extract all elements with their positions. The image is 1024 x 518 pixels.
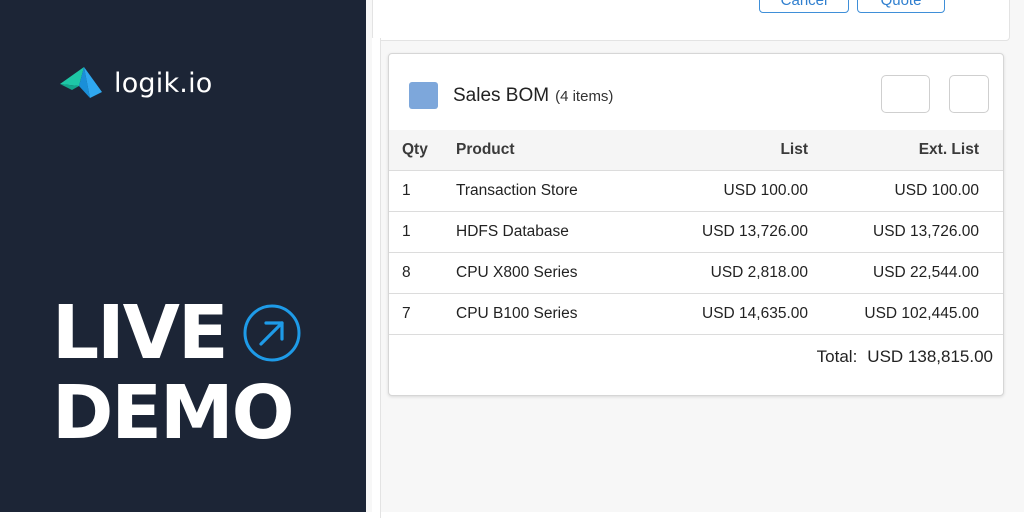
bom-header: Sales BOM (4 items) bbox=[389, 54, 1003, 131]
action-bar: Cancel Quote bbox=[372, 0, 1010, 41]
bom-item-count: (4 items) bbox=[555, 88, 614, 105]
cell-product: CPU X800 Series bbox=[456, 252, 636, 294]
paper-plane-logo-icon bbox=[60, 67, 102, 98]
logo: logik.io bbox=[60, 66, 213, 100]
table-row[interactable]: 1 HDFS Database USD 13,726.00 USD 13,726… bbox=[389, 211, 1003, 253]
cell-list: USD 14,635.00 bbox=[636, 293, 808, 335]
sales-bom-card: Sales BOM (4 items) Qty Product List Ext.… bbox=[388, 53, 1004, 396]
bom-title: Sales BOM (4 items) bbox=[453, 85, 613, 107]
table-row[interactable]: 8 CPU X800 Series USD 2,818.00 USD 22,54… bbox=[389, 252, 1003, 294]
logo-text: logik.io bbox=[114, 67, 213, 99]
table-row[interactable]: 1 Transaction Store USD 100.00 USD 100.0… bbox=[389, 170, 1003, 212]
side-card bbox=[372, 38, 381, 518]
total-value: USD 138,815.00 bbox=[867, 347, 993, 366]
cell-qty: 1 bbox=[389, 211, 456, 253]
cell-list: USD 2,818.00 bbox=[636, 252, 808, 294]
bom-title-text: Sales BOM bbox=[453, 85, 550, 106]
cancel-button[interactable]: Cancel bbox=[759, 0, 849, 13]
column-header-product[interactable]: Product bbox=[456, 130, 636, 171]
bom-color-swatch bbox=[409, 82, 438, 109]
bom-total: Total: USD 138,815.00 bbox=[817, 347, 993, 367]
cell-qty: 7 bbox=[389, 293, 456, 335]
total-label: Total: bbox=[816, 347, 858, 366]
bom-action-button-1[interactable] bbox=[881, 75, 930, 113]
headline-live: LIVE bbox=[52, 290, 229, 376]
cell-product: CPU B100 Series bbox=[456, 293, 636, 335]
cell-ext-list: USD 22,544.00 bbox=[808, 252, 1003, 294]
table-header-row: Qty Product List Ext. List bbox=[389, 130, 1003, 171]
bom-table: Qty Product List Ext. List 1 Transaction… bbox=[389, 130, 1003, 335]
app-area: Cancel Quote Sales BOM (4 items) Qty Prod… bbox=[366, 0, 1024, 518]
external-arrow-icon bbox=[243, 304, 301, 362]
cell-ext-list: USD 100.00 bbox=[808, 170, 1003, 212]
bom-action-button-2[interactable] bbox=[949, 75, 989, 113]
cell-ext-list: USD 102,445.00 bbox=[808, 293, 1003, 335]
cell-product: HDFS Database bbox=[456, 211, 636, 253]
column-header-qty[interactable]: Qty bbox=[389, 130, 456, 171]
cell-list: USD 13,726.00 bbox=[636, 211, 808, 253]
table-row[interactable]: 7 CPU B100 Series USD 14,635.00 USD 102,… bbox=[389, 293, 1003, 335]
column-header-ext-list[interactable]: Ext. List bbox=[808, 130, 1003, 171]
quote-button[interactable]: Quote bbox=[857, 0, 945, 13]
promo-panel: logik.io LIVE DEMO bbox=[0, 0, 366, 512]
headline-demo: DEMO bbox=[52, 370, 295, 456]
cell-ext-list: USD 13,726.00 bbox=[808, 211, 1003, 253]
column-header-list[interactable]: List bbox=[636, 130, 808, 171]
cell-qty: 8 bbox=[389, 252, 456, 294]
cell-list: USD 100.00 bbox=[636, 170, 808, 212]
cell-qty: 1 bbox=[389, 170, 456, 212]
cell-product: Transaction Store bbox=[456, 170, 636, 212]
